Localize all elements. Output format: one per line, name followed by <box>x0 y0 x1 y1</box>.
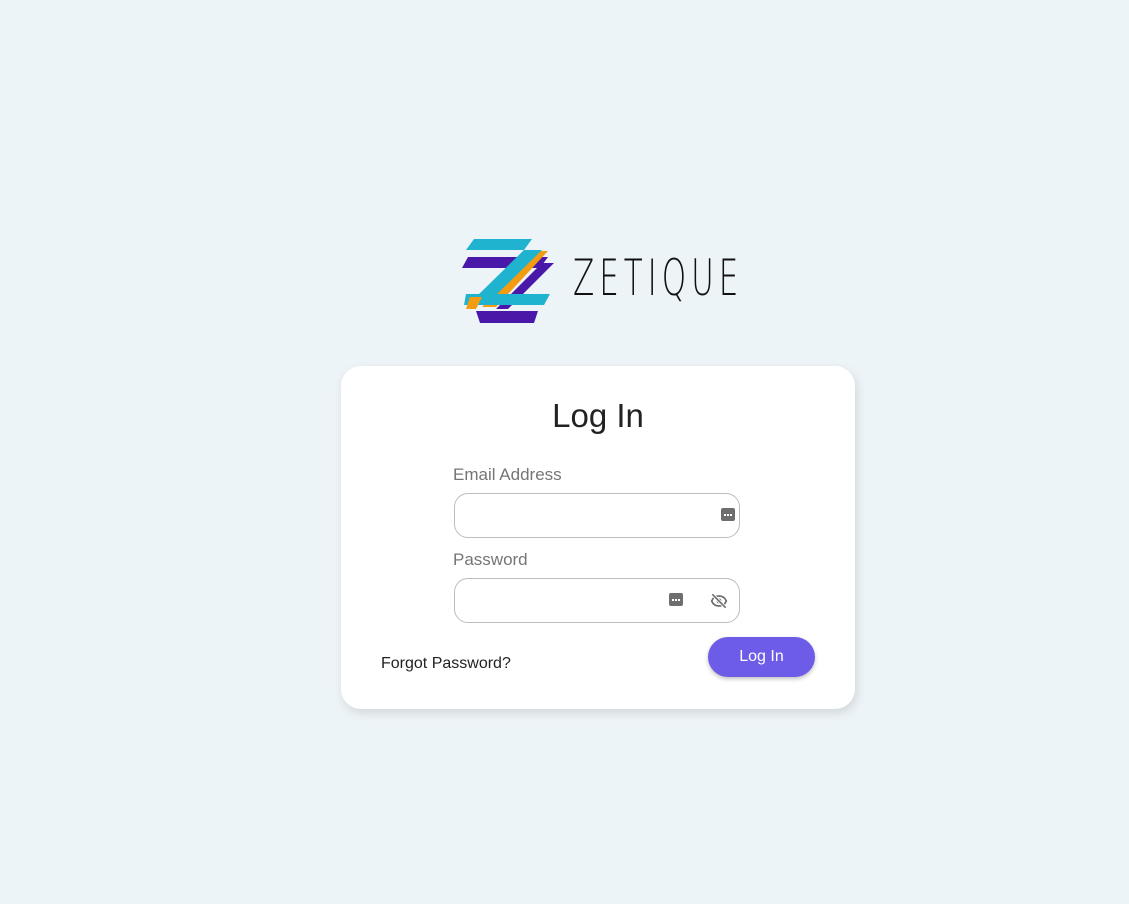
password-field[interactable] <box>454 578 740 623</box>
email-field[interactable] <box>454 493 740 538</box>
eye-off-icon[interactable] <box>708 591 730 611</box>
zetique-mark-icon <box>462 239 554 323</box>
login-card: Log In Email Address Password Forgot Pas… <box>341 366 855 709</box>
email-input[interactable] <box>467 502 671 530</box>
password-manager-keys-icon[interactable] <box>669 593 683 606</box>
brand-logo: ZETIQUE <box>462 237 738 327</box>
forgot-password-link[interactable]: Forgot Password? <box>381 654 511 673</box>
login-button[interactable]: Log In <box>708 637 815 677</box>
brand-wordmark: ZETIQUE <box>573 249 744 307</box>
password-manager-keys-icon[interactable] <box>721 508 735 521</box>
email-label: Email Address <box>453 465 562 484</box>
login-title: Log In <box>552 397 644 434</box>
password-label: Password <box>453 550 528 569</box>
password-input[interactable] <box>467 587 671 615</box>
